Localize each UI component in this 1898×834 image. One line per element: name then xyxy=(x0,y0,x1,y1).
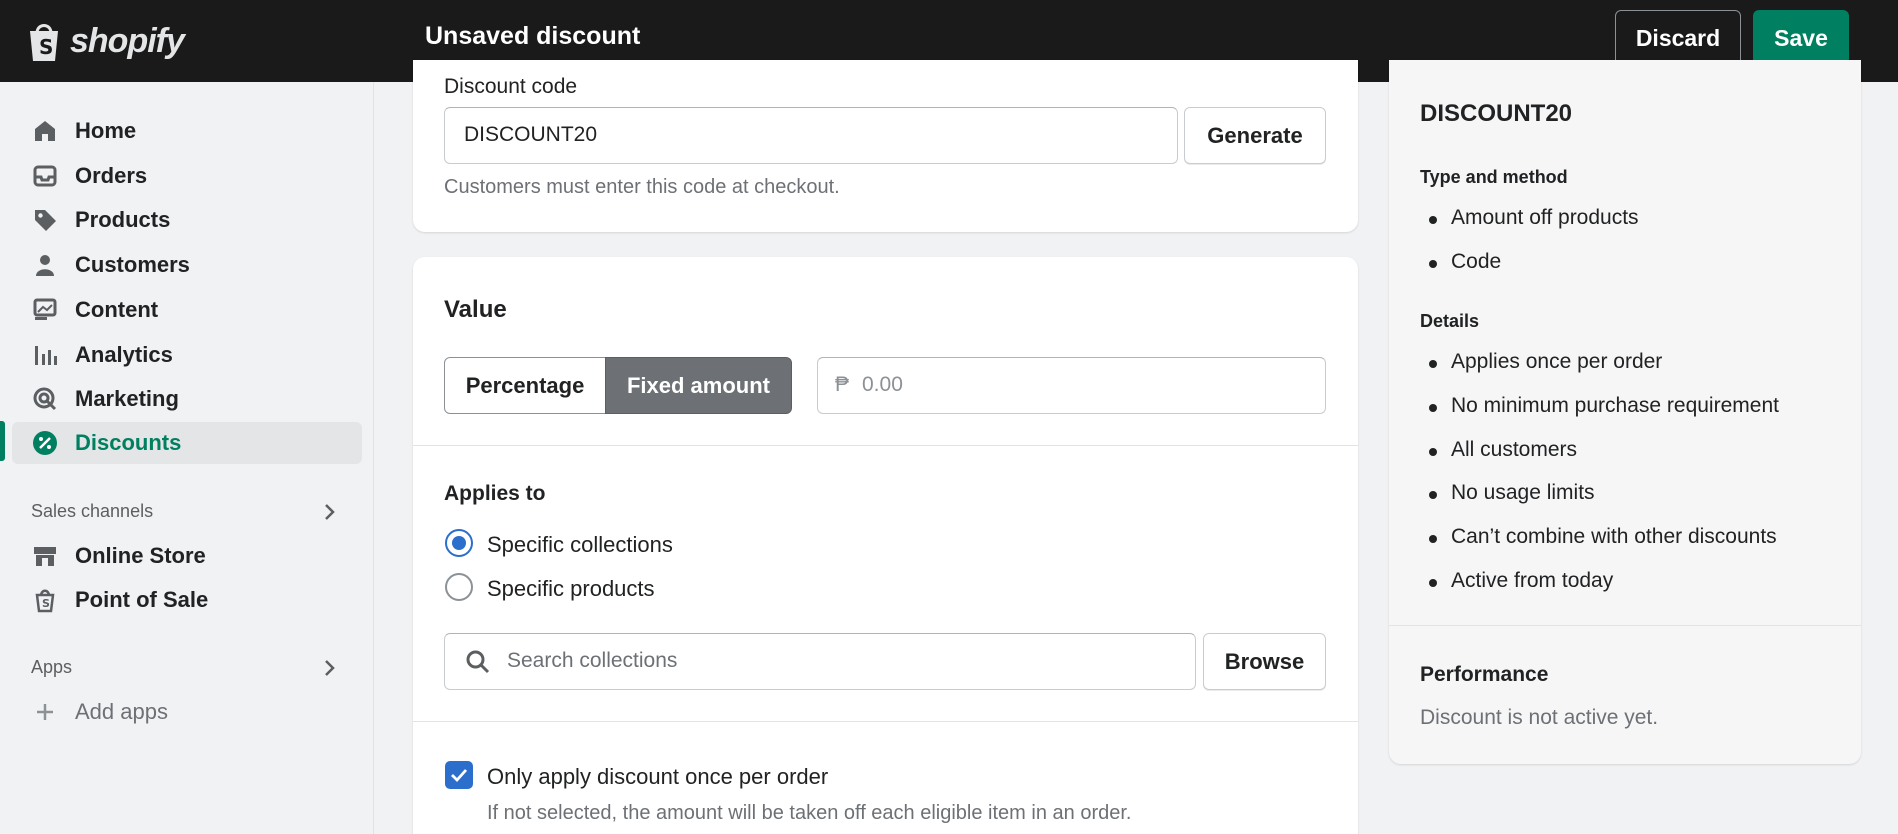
svg-text:S: S xyxy=(42,597,50,610)
active-indicator xyxy=(0,421,5,461)
add-apps-label: Add apps xyxy=(75,699,168,724)
discount-code-helper: Customers must enter this code at checko… xyxy=(444,176,840,198)
chevron-right-icon[interactable] xyxy=(322,502,338,522)
shopify-bag-icon: S xyxy=(30,24,58,61)
divider xyxy=(413,445,1358,446)
sidebar-item-products[interactable]: Products xyxy=(12,199,362,241)
person-icon xyxy=(36,255,54,276)
page-title: Unsaved discount xyxy=(425,22,641,50)
once-per-order-helper: If not selected, the amount will be take… xyxy=(487,802,1132,824)
sidebar-item-label: Home xyxy=(75,118,137,143)
currency-symbol: ₱ xyxy=(835,373,850,396)
discount-code-label: Discount code xyxy=(444,75,578,98)
checkmark-icon xyxy=(451,769,468,783)
divider xyxy=(1389,625,1861,626)
add-apps-button[interactable]: Add apps xyxy=(12,691,362,733)
search-placeholder: Search collections xyxy=(507,649,678,672)
apps-heading: Apps xyxy=(31,657,73,677)
search-icon xyxy=(466,650,490,674)
performance-heading: Performance xyxy=(1420,663,1549,686)
discount-icon xyxy=(33,431,57,455)
type-and-method-heading: Type and method xyxy=(1420,167,1568,187)
discount-code-input[interactable]: DISCOUNT20 xyxy=(444,107,1178,164)
sidebar-item-analytics[interactable]: Analytics xyxy=(12,334,362,376)
inbox-icon xyxy=(33,165,57,187)
store-icon xyxy=(34,547,56,566)
svg-text:S: S xyxy=(39,35,53,59)
sidebar-item-label: Content xyxy=(75,297,159,322)
plus-icon xyxy=(37,704,53,720)
home-icon xyxy=(35,121,55,141)
sidebar-item-customers[interactable]: Customers xyxy=(12,244,362,286)
sidebar-item-marketing[interactable]: Marketing xyxy=(12,378,362,420)
applies-to-heading: Applies to xyxy=(444,482,546,505)
sidebar-item-orders[interactable]: Orders xyxy=(12,155,362,197)
target-icon xyxy=(33,387,57,411)
sidebar-item-point-of-sale[interactable]: S Point of Sale xyxy=(12,579,362,621)
browse-button[interactable]: Browse xyxy=(1203,633,1326,690)
once-per-order-label[interactable]: Only apply discount once per order xyxy=(487,764,828,790)
search-collections-input[interactable]: Search collections xyxy=(444,633,1196,690)
sidebar-item-label: Analytics xyxy=(75,342,173,367)
amount-placeholder: 0.00 xyxy=(862,373,903,396)
sidebar-item-label: Orders xyxy=(75,163,148,188)
tag-icon xyxy=(35,210,56,231)
sidebar-item-content[interactable]: Content xyxy=(12,289,362,331)
sidebar-item-label: Online Store xyxy=(75,543,206,568)
specific-products-label[interactable]: Specific products xyxy=(487,576,655,602)
save-button[interactable]: Save xyxy=(1753,10,1849,66)
sidebar-item-label: Customers xyxy=(75,252,190,277)
brand-name: shopify xyxy=(70,21,185,60)
sidebar-item-label: Products xyxy=(75,207,171,232)
bar-chart-icon xyxy=(35,346,57,365)
specific-collections-label[interactable]: Specific collections xyxy=(487,532,673,558)
generate-button[interactable]: Generate xyxy=(1184,107,1326,164)
performance-text: Discount is not active yet. xyxy=(1420,706,1659,729)
divider xyxy=(413,721,1358,722)
summary-title: DISCOUNT20 xyxy=(1420,100,1573,127)
sidebar: Home Orders Products Customers Content A… xyxy=(0,82,374,834)
chevron-right-icon[interactable] xyxy=(322,658,338,678)
once-per-order-checkbox[interactable] xyxy=(445,761,473,789)
shopping-bag-icon: S xyxy=(35,589,55,613)
sidebar-item-label: Discounts xyxy=(75,430,182,455)
specific-collections-radio[interactable] xyxy=(445,529,473,557)
sidebar-item-label: Marketing xyxy=(75,386,179,411)
specific-products-radio[interactable] xyxy=(445,573,473,601)
shopify-logo[interactable]: S shopify xyxy=(24,14,185,68)
discard-button[interactable]: Discard xyxy=(1615,10,1741,66)
image-icon xyxy=(33,298,57,320)
percentage-button[interactable]: Percentage xyxy=(444,357,606,414)
value-heading: Value xyxy=(444,296,507,323)
sidebar-item-label: Point of Sale xyxy=(75,587,209,612)
sidebar-item-discounts[interactable]: Discounts xyxy=(12,422,362,464)
sidebar-item-home[interactable]: Home xyxy=(12,110,362,152)
amount-input[interactable]: ₱ 0.00 xyxy=(817,357,1326,414)
details-heading: Details xyxy=(1420,311,1480,331)
sidebar-item-online-store[interactable]: Online Store xyxy=(12,535,362,577)
sales-channels-heading: Sales channels xyxy=(31,501,154,521)
fixed-amount-button[interactable]: Fixed amount xyxy=(605,357,792,414)
discount-code-value: DISCOUNT20 xyxy=(464,123,598,146)
